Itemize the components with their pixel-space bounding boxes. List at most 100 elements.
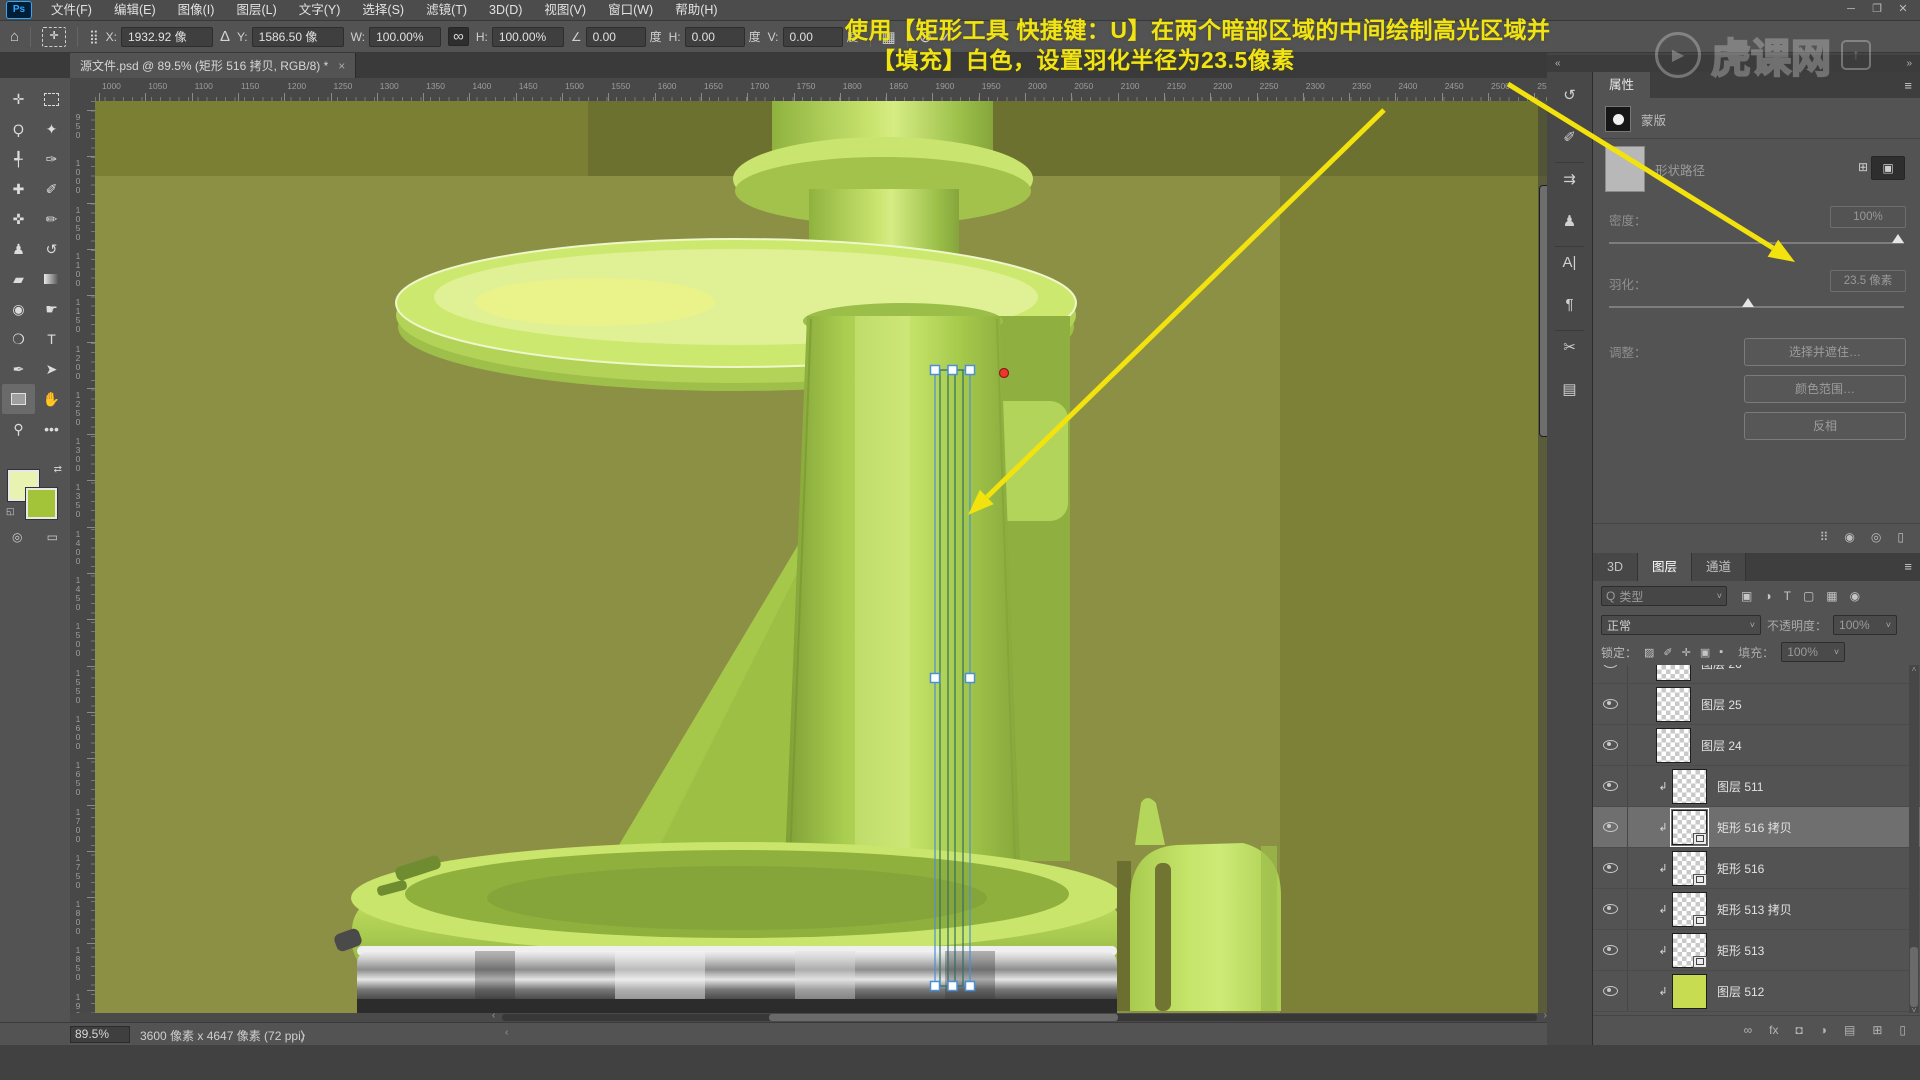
link-dimensions-icon[interactable]: ∞ [448, 27, 469, 46]
layer-row[interactable]: ↲图层 24 [1593, 725, 1920, 766]
eye-icon[interactable] [1603, 822, 1618, 832]
tab-3d[interactable]: 3D [1593, 553, 1638, 581]
canvas-horizontal-scrollbar[interactable]: ‹ › [70, 1013, 1547, 1022]
tab-layers[interactable]: 图层 [1638, 553, 1692, 581]
field-value[interactable]: 100.00% [492, 27, 564, 47]
smudge-tool[interactable]: ☛ [35, 294, 68, 324]
filter-smart-objects-icon[interactable]: ▦ [1826, 589, 1837, 603]
eye-icon[interactable] [1603, 863, 1618, 873]
commit-transform-icon[interactable]: ✓ [939, 27, 952, 47]
tab-channels[interactable]: 通道 [1692, 553, 1746, 581]
eye-icon[interactable] [1603, 904, 1618, 914]
shape-path-thumbnail[interactable] [1605, 146, 1645, 192]
visibility-cell[interactable] [1593, 930, 1628, 970]
layer-row[interactable]: ↲图层 26 [1593, 665, 1920, 684]
filter-shape-layers-icon[interactable]: ▢ [1803, 589, 1814, 603]
move-tool[interactable]: ✛ [2, 84, 35, 114]
pen-tool[interactable]: ✒ [2, 354, 35, 384]
path-select-tool[interactable]: ➤ [35, 354, 68, 384]
quick-mask-icon[interactable]: ◎ [12, 530, 22, 544]
character-panel-icon[interactable]: A| [1547, 254, 1592, 271]
menu-item-3[interactable]: 图像(I) [167, 0, 226, 20]
document-tab[interactable]: 源文件.psd @ 89.5% (矩形 516 拷贝, RGB/8) * × [70, 53, 356, 78]
layers-scrollbar[interactable]: ˄ ˅ [1909, 665, 1919, 1013]
scroll-down-icon[interactable]: ˅ [1909, 1006, 1919, 1015]
field-value[interactable]: 0.00 [685, 27, 745, 47]
visibility-cell[interactable] [1593, 725, 1628, 765]
eye-icon[interactable] [1603, 699, 1618, 709]
lock-image-icon[interactable]: ✐ [1663, 646, 1672, 659]
minimize-icon[interactable]: ─ [1838, 0, 1864, 19]
opacity-dropdown[interactable]: 100%˅ [1833, 615, 1897, 635]
brush-settings-panel-icon[interactable]: ✐ [1547, 128, 1592, 146]
adjustment-layer-icon[interactable]: ◑ [1820, 1023, 1827, 1037]
feather-slider[interactable] [1609, 306, 1904, 308]
expand-panels-icon[interactable]: » [1906, 58, 1912, 69]
layer-thumbnail[interactable] [1672, 810, 1707, 845]
field-value[interactable]: 1586.50 像 [252, 27, 344, 47]
lock-all-icon[interactable]: ▪ [1719, 646, 1723, 659]
load-selection-from-mask-icon[interactable]: ⠿ [1820, 530, 1829, 544]
paragraph-panel-icon[interactable]: ¶ [1547, 296, 1592, 313]
hand-tool[interactable]: ✋ [35, 384, 68, 414]
eye-icon[interactable] [1603, 945, 1618, 955]
menu-item-5[interactable]: 文字(Y) [288, 0, 352, 20]
layer-thumbnail[interactable] [1656, 665, 1691, 681]
lasso-tool[interactable]: Ϙ [2, 114, 35, 144]
layer-row[interactable]: ↲矩形 516 拷贝 [1593, 807, 1920, 848]
zoom-level-field[interactable]: 89.5% [70, 1026, 130, 1043]
eyedropper-tool[interactable]: ✑ [35, 144, 68, 174]
quick-selection-tool[interactable]: ✦ [35, 114, 68, 144]
swap-colors-icon[interactable]: ⇄ [54, 464, 62, 475]
visibility-cell[interactable] [1593, 807, 1628, 847]
history-brush-tool[interactable]: ↺ [35, 234, 68, 264]
panel-menu-icon[interactable]: ≡ [1904, 78, 1912, 93]
density-slider[interactable] [1609, 242, 1904, 244]
zoom-tool[interactable]: ⚲ [2, 414, 35, 444]
field-value[interactable]: 0.00 [783, 27, 843, 47]
new-group-icon[interactable]: ▤ [1844, 1023, 1855, 1037]
invert-button[interactable]: 反相 [1744, 412, 1906, 440]
delete-layer-icon[interactable]: ▯ [1899, 1023, 1906, 1037]
field-value[interactable]: 1932.92 像 [121, 27, 213, 47]
visibility-cell[interactable] [1593, 971, 1628, 1011]
brush-tool[interactable]: ✐ [35, 174, 68, 204]
stamp-panel-icon[interactable]: ♟ [1547, 212, 1592, 230]
field-value[interactable]: 0.00 [586, 27, 646, 47]
layer-row[interactable]: ↲图层 511 [1593, 766, 1920, 807]
scroll-left-icon[interactable]: ‹ [505, 1027, 508, 1038]
filter-toggle-icon[interactable]: ◉ [1850, 589, 1860, 603]
lock-artboard-icon[interactable]: ▣ [1700, 646, 1710, 659]
marquee-tool[interactable] [35, 84, 68, 114]
menu-item-11[interactable]: 帮助(H) [664, 0, 728, 20]
collapse-panels-icon[interactable]: « [1555, 58, 1561, 69]
layer-row[interactable]: ↲图层 512 [1593, 971, 1920, 1012]
eraser-tool[interactable]: ▰ [2, 264, 35, 294]
cancel-transform-icon[interactable]: ⊘ [919, 27, 932, 47]
visibility-cell[interactable] [1593, 848, 1628, 888]
lock-position-icon[interactable]: ✛ [1682, 646, 1691, 659]
tab-properties[interactable]: 属性 [1593, 72, 1650, 98]
blend-mode-dropdown[interactable]: 正常˅ [1601, 615, 1761, 635]
layer-thumbnail[interactable] [1656, 728, 1691, 763]
home-icon[interactable]: ⌂ [10, 28, 19, 45]
canvas-vertical-scrollbar[interactable] [1538, 101, 1547, 1013]
menu-item-7[interactable]: 滤镜(T) [415, 0, 478, 20]
edit-toolbar[interactable]: ••• [35, 414, 68, 444]
menu-item-8[interactable]: 3D(D) [478, 0, 533, 20]
lock-transparent-icon[interactable]: ▨ [1644, 646, 1654, 659]
history-panel-icon[interactable]: ↺ [1547, 86, 1592, 104]
menu-item-10[interactable]: 窗口(W) [597, 0, 664, 20]
rectangle-tool[interactable] [2, 384, 35, 414]
mask-visibility-icon[interactable]: ◎ [1871, 530, 1881, 544]
visibility-cell[interactable] [1593, 665, 1628, 683]
add-mask-icon[interactable]: ◘ [1795, 1023, 1802, 1037]
dodge-tool[interactable]: ❍ [2, 324, 35, 354]
layer-row[interactable]: ↲图层 25 [1593, 684, 1920, 725]
filter-adjustment-layers-icon[interactable]: ◑ [1764, 589, 1771, 603]
status-chevron-icon[interactable]: 〉 [300, 1027, 312, 1044]
transform-tool-icon[interactable]: ✛ [42, 27, 66, 47]
layer-thumbnail[interactable] [1672, 933, 1707, 968]
menu-item-1[interactable]: 文件(F) [40, 0, 103, 20]
link-layers-icon[interactable]: ∞ [1744, 1023, 1753, 1037]
